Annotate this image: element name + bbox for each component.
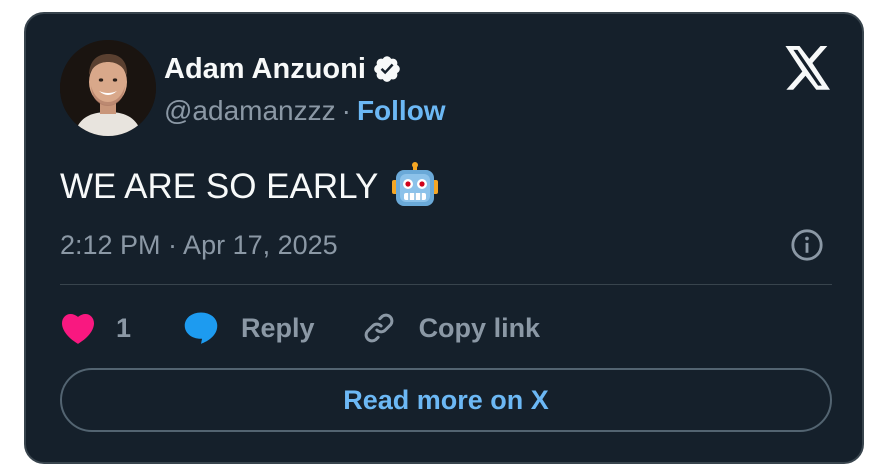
- avatar-photo: [60, 40, 156, 136]
- author-name-row: Adam Anzuoni: [164, 52, 402, 86]
- action-bar: 1 Reply Copy link: [60, 308, 540, 348]
- tweet-embed-card: Adam Anzuoni @adamanzzz · Follow WE ARE …: [24, 12, 864, 464]
- read-more-button[interactable]: Read more on X: [60, 368, 832, 432]
- avatar[interactable]: [60, 40, 156, 136]
- link-icon: [364, 313, 393, 343]
- like-count: 1: [116, 312, 132, 343]
- author-display-name[interactable]: Adam Anzuoni: [164, 52, 366, 86]
- divider: [60, 284, 832, 285]
- reply-button[interactable]: Reply: [183, 311, 315, 345]
- follow-button[interactable]: Follow: [357, 94, 446, 128]
- info-icon[interactable]: [790, 228, 824, 262]
- tweet-timestamp[interactable]: 2:12 PM · Apr 17, 2025: [60, 228, 338, 262]
- tweet-text-content: WE ARE SO EARLY: [60, 167, 379, 206]
- reply-label: Reply: [241, 312, 315, 343]
- copy-link-label: Copy link: [418, 312, 541, 343]
- author-handle[interactable]: @adamanzzz: [164, 94, 336, 128]
- speech-bubble-icon: [184, 312, 218, 344]
- like-button[interactable]: 1: [60, 311, 131, 345]
- robot-face-icon: [392, 162, 439, 206]
- handle-separator: ·: [341, 95, 351, 126]
- x-logo-icon[interactable]: [784, 46, 832, 90]
- verified-badge-icon: [374, 56, 400, 82]
- heart-icon: [62, 313, 94, 344]
- copy-link-button[interactable]: Copy link: [361, 310, 541, 346]
- author-handle-row: @adamanzzz · Follow: [164, 94, 446, 128]
- tweet-text: WE ARE SO EARLY: [60, 162, 440, 212]
- read-more-label: Read more on X: [343, 384, 549, 415]
